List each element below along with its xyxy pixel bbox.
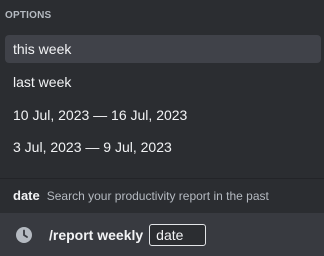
option-this-week[interactable]: this week (5, 35, 321, 63)
options-header: OPTIONS (5, 10, 52, 21)
option-date-range-2[interactable]: 3 Jul, 2023 — 9 Jul, 2023 (5, 133, 321, 161)
param-date-pill[interactable]: date (149, 223, 207, 246)
option-last-week[interactable]: last week (5, 68, 321, 96)
hint-param-name: date (13, 188, 40, 203)
hint-description: Search your productivity report in the p… (46, 188, 269, 203)
clock-icon (15, 226, 33, 244)
option-date-range-1[interactable]: 10 Jul, 2023 — 16 Jul, 2023 (5, 101, 321, 129)
parameter-hint: date Search your productivity report in … (0, 178, 324, 212)
command-input-bar[interactable]: /report weekly date (0, 213, 324, 256)
command-name: /report weekly (49, 226, 144, 243)
